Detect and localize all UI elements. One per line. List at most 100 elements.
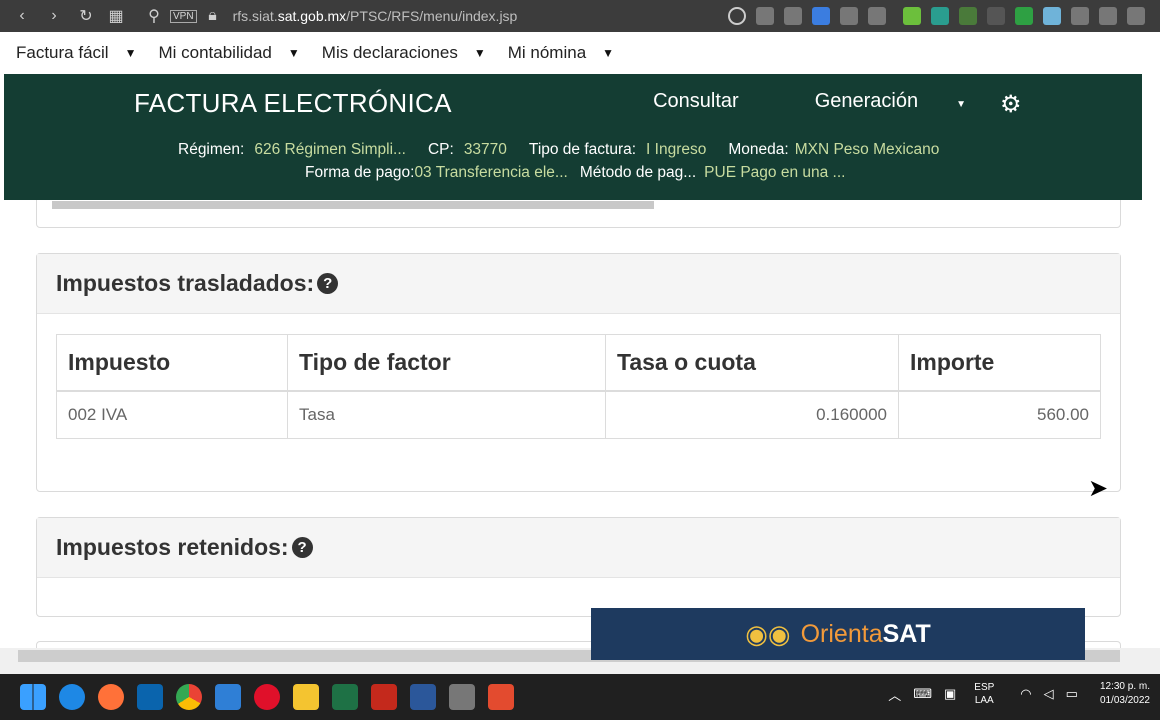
volume-icon[interactable]: ◁ bbox=[1044, 686, 1054, 702]
wifi-icon[interactable]: ◠ bbox=[1020, 686, 1031, 702]
help-icon[interactable]: ? bbox=[291, 537, 313, 558]
word-icon[interactable] bbox=[410, 684, 436, 710]
shield-icon[interactable] bbox=[812, 7, 830, 25]
url-domain: sat.gob.mx bbox=[277, 8, 347, 24]
orientasat-banner: ◉◉ Orienta SAT bbox=[591, 608, 1085, 660]
previous-card bbox=[36, 200, 1121, 228]
lock-icon: 🔒︎ bbox=[208, 7, 217, 24]
menu-label: Mis declaraciones bbox=[321, 43, 458, 62]
extension-cube-icon[interactable] bbox=[959, 7, 977, 25]
edge-icon[interactable] bbox=[59, 684, 85, 710]
cell-tasa: 0.160000 bbox=[605, 390, 899, 439]
regimen-value: 626 Régimen Simpli... bbox=[254, 141, 406, 158]
gear-icon[interactable]: ⚙ bbox=[1000, 90, 1022, 119]
trasladados-table: Impuesto Tipo de factor Tasa o cuota Imp… bbox=[56, 334, 1101, 439]
caret-down-icon: ▼ bbox=[287, 46, 300, 60]
windows-start-icon[interactable] bbox=[20, 684, 46, 710]
reload-icon[interactable]: ↻ bbox=[74, 4, 98, 28]
impuestos-retenidos-card: Impuestos retenidos: ? bbox=[36, 517, 1121, 617]
moneda-label: Moneda: bbox=[728, 141, 789, 158]
chrome-icon[interactable] bbox=[176, 684, 202, 710]
nav-generacion-label: Generación bbox=[814, 90, 919, 112]
card-header: Impuestos trasladados: ? bbox=[37, 254, 1120, 314]
forma-pago-label: Forma de pago: bbox=[305, 164, 415, 181]
key-icon: ⚲ bbox=[148, 8, 160, 25]
url-prefix: rfs.siat. bbox=[232, 8, 278, 24]
lang-top: ESP bbox=[974, 682, 995, 693]
apps-grid-icon[interactable]: ▦ bbox=[104, 4, 128, 28]
download-icon[interactable] bbox=[1099, 7, 1117, 25]
cp-value: 33770 bbox=[463, 141, 507, 158]
extension-s-icon[interactable] bbox=[931, 7, 949, 25]
system-tray: ︿ ⌨ ▣ ESP LAA ◠ ◁ ▭ 12:30 p. m. 01/03/20… bbox=[882, 680, 1150, 708]
zoom-icon[interactable] bbox=[728, 7, 746, 25]
page-title: FACTURA ELECTRÓNICA bbox=[134, 88, 452, 118]
cloud-icon[interactable] bbox=[1043, 7, 1061, 25]
column-header-tasa: Tasa o cuota bbox=[605, 334, 899, 392]
heart-icon[interactable] bbox=[868, 7, 886, 25]
banner-text-orienta: Orienta bbox=[800, 619, 883, 648]
vpn-badge[interactable]: VPN bbox=[170, 9, 197, 23]
regimen-label: Régimen: bbox=[178, 141, 245, 158]
excel-icon[interactable] bbox=[332, 684, 358, 710]
firefox-icon[interactable] bbox=[98, 684, 124, 710]
caret-down-icon: ▼ bbox=[473, 46, 486, 60]
table-header-row: Impuesto Tipo de factor Tasa o cuota Imp… bbox=[56, 334, 1101, 392]
metodo-pago-value: PUE Pago en una ... bbox=[704, 164, 846, 181]
caret-down-icon: ▼ bbox=[956, 99, 966, 110]
header-nav: Consultar Generación ▼ bbox=[615, 90, 966, 113]
outlook-icon[interactable] bbox=[137, 684, 163, 710]
calculator-icon[interactable] bbox=[449, 684, 475, 710]
menu-label: Factura fácil bbox=[16, 43, 109, 62]
impuestos-trasladados-card: Impuestos trasladados: ? Impuesto Tipo d… bbox=[36, 253, 1121, 492]
tipo-factura-label: Tipo de factura: bbox=[528, 141, 637, 158]
url-path: /PTSC/RFS/menu/index.jsp bbox=[346, 8, 518, 24]
cell-importe: 560.00 bbox=[898, 390, 1101, 439]
table-row: 002 IVA Tasa 0.160000 560.00 bbox=[56, 390, 1101, 439]
box-icon[interactable] bbox=[1071, 7, 1089, 25]
lang-bottom: LAA bbox=[974, 695, 994, 706]
back-icon[interactable]: ‹ bbox=[10, 4, 34, 28]
browser-toolbar: ‹ › ↻ ▦ ⚲ VPN 🔒︎ rfs.siat.sat.gob.mx/PTS… bbox=[0, 0, 1160, 32]
nav-consultar[interactable]: Consultar bbox=[653, 90, 739, 113]
help-icon[interactable]: ? bbox=[317, 273, 339, 294]
nav-generacion[interactable]: Generación ▼ bbox=[777, 90, 966, 113]
mail-icon[interactable] bbox=[215, 684, 241, 710]
chevron-up-icon[interactable]: ︿ bbox=[888, 685, 901, 704]
camera-icon[interactable] bbox=[784, 7, 802, 25]
extension-green-icon[interactable] bbox=[903, 7, 921, 25]
invoice-info-row-2: Forma de pago: 03 Transferencia ele... M… bbox=[305, 164, 867, 182]
cp-label: CP: bbox=[427, 141, 454, 158]
clock-date: 01/03/2022 bbox=[1099, 695, 1150, 706]
address-bar[interactable]: rfs.siat.sat.gob.mx/PTSC/RFS/menu/index.… bbox=[233, 8, 518, 24]
acrobat-icon[interactable] bbox=[371, 684, 397, 710]
clock[interactable]: 12:30 p. m. 01/03/2022 bbox=[1100, 680, 1150, 708]
card-header: Impuestos retenidos: ? bbox=[37, 518, 1120, 578]
owl-logo-icon: ◉◉ bbox=[745, 618, 791, 649]
inner-scrollbar-thumb[interactable] bbox=[52, 201, 654, 209]
main-content: Impuestos trasladados: ? Impuesto Tipo d… bbox=[4, 200, 1154, 648]
menu-factura-facil[interactable]: Factura fácil ▼ bbox=[16, 43, 136, 63]
clock-time: 12:30 p. m. bbox=[1099, 681, 1150, 692]
app-menu-bar: Factura fácil ▼ Mi contabilidad ▼ Mis decl… bbox=[0, 32, 1160, 74]
extension-dots-icon[interactable] bbox=[987, 7, 1005, 25]
caret-down-icon: ▼ bbox=[124, 46, 137, 60]
send-icon[interactable] bbox=[840, 7, 858, 25]
screen-recorder-icon[interactable] bbox=[488, 684, 514, 710]
windows-taskbar: ︿ ⌨ ▣ ESP LAA ◠ ◁ ▭ 12:30 p. m. 01/03/20… bbox=[0, 674, 1160, 720]
menu-mi-nomina[interactable]: Mi nómina ▼ bbox=[508, 43, 614, 63]
menu-icon[interactable] bbox=[1127, 7, 1145, 25]
file-explorer-icon[interactable] bbox=[293, 684, 319, 710]
language-indicator[interactable]: ESP LAA bbox=[974, 681, 994, 707]
edit-icon[interactable] bbox=[756, 7, 774, 25]
menu-mis-declaraciones[interactable]: Mis declaraciones ▼ bbox=[322, 43, 486, 63]
opera-icon[interactable] bbox=[254, 684, 280, 710]
keyboard-icon[interactable]: ⌨ bbox=[913, 686, 932, 702]
forward-icon[interactable]: › bbox=[42, 4, 66, 28]
adblock-shield-icon[interactable] bbox=[1015, 7, 1033, 25]
mouse-cursor-icon: ➤ bbox=[1088, 475, 1109, 502]
section-title: Impuestos retenidos: bbox=[56, 534, 289, 560]
input-method-icon[interactable]: ▣ bbox=[944, 686, 956, 702]
battery-icon[interactable]: ▭ bbox=[1066, 686, 1078, 702]
menu-mi-contabilidad[interactable]: Mi contabilidad ▼ bbox=[158, 43, 299, 63]
